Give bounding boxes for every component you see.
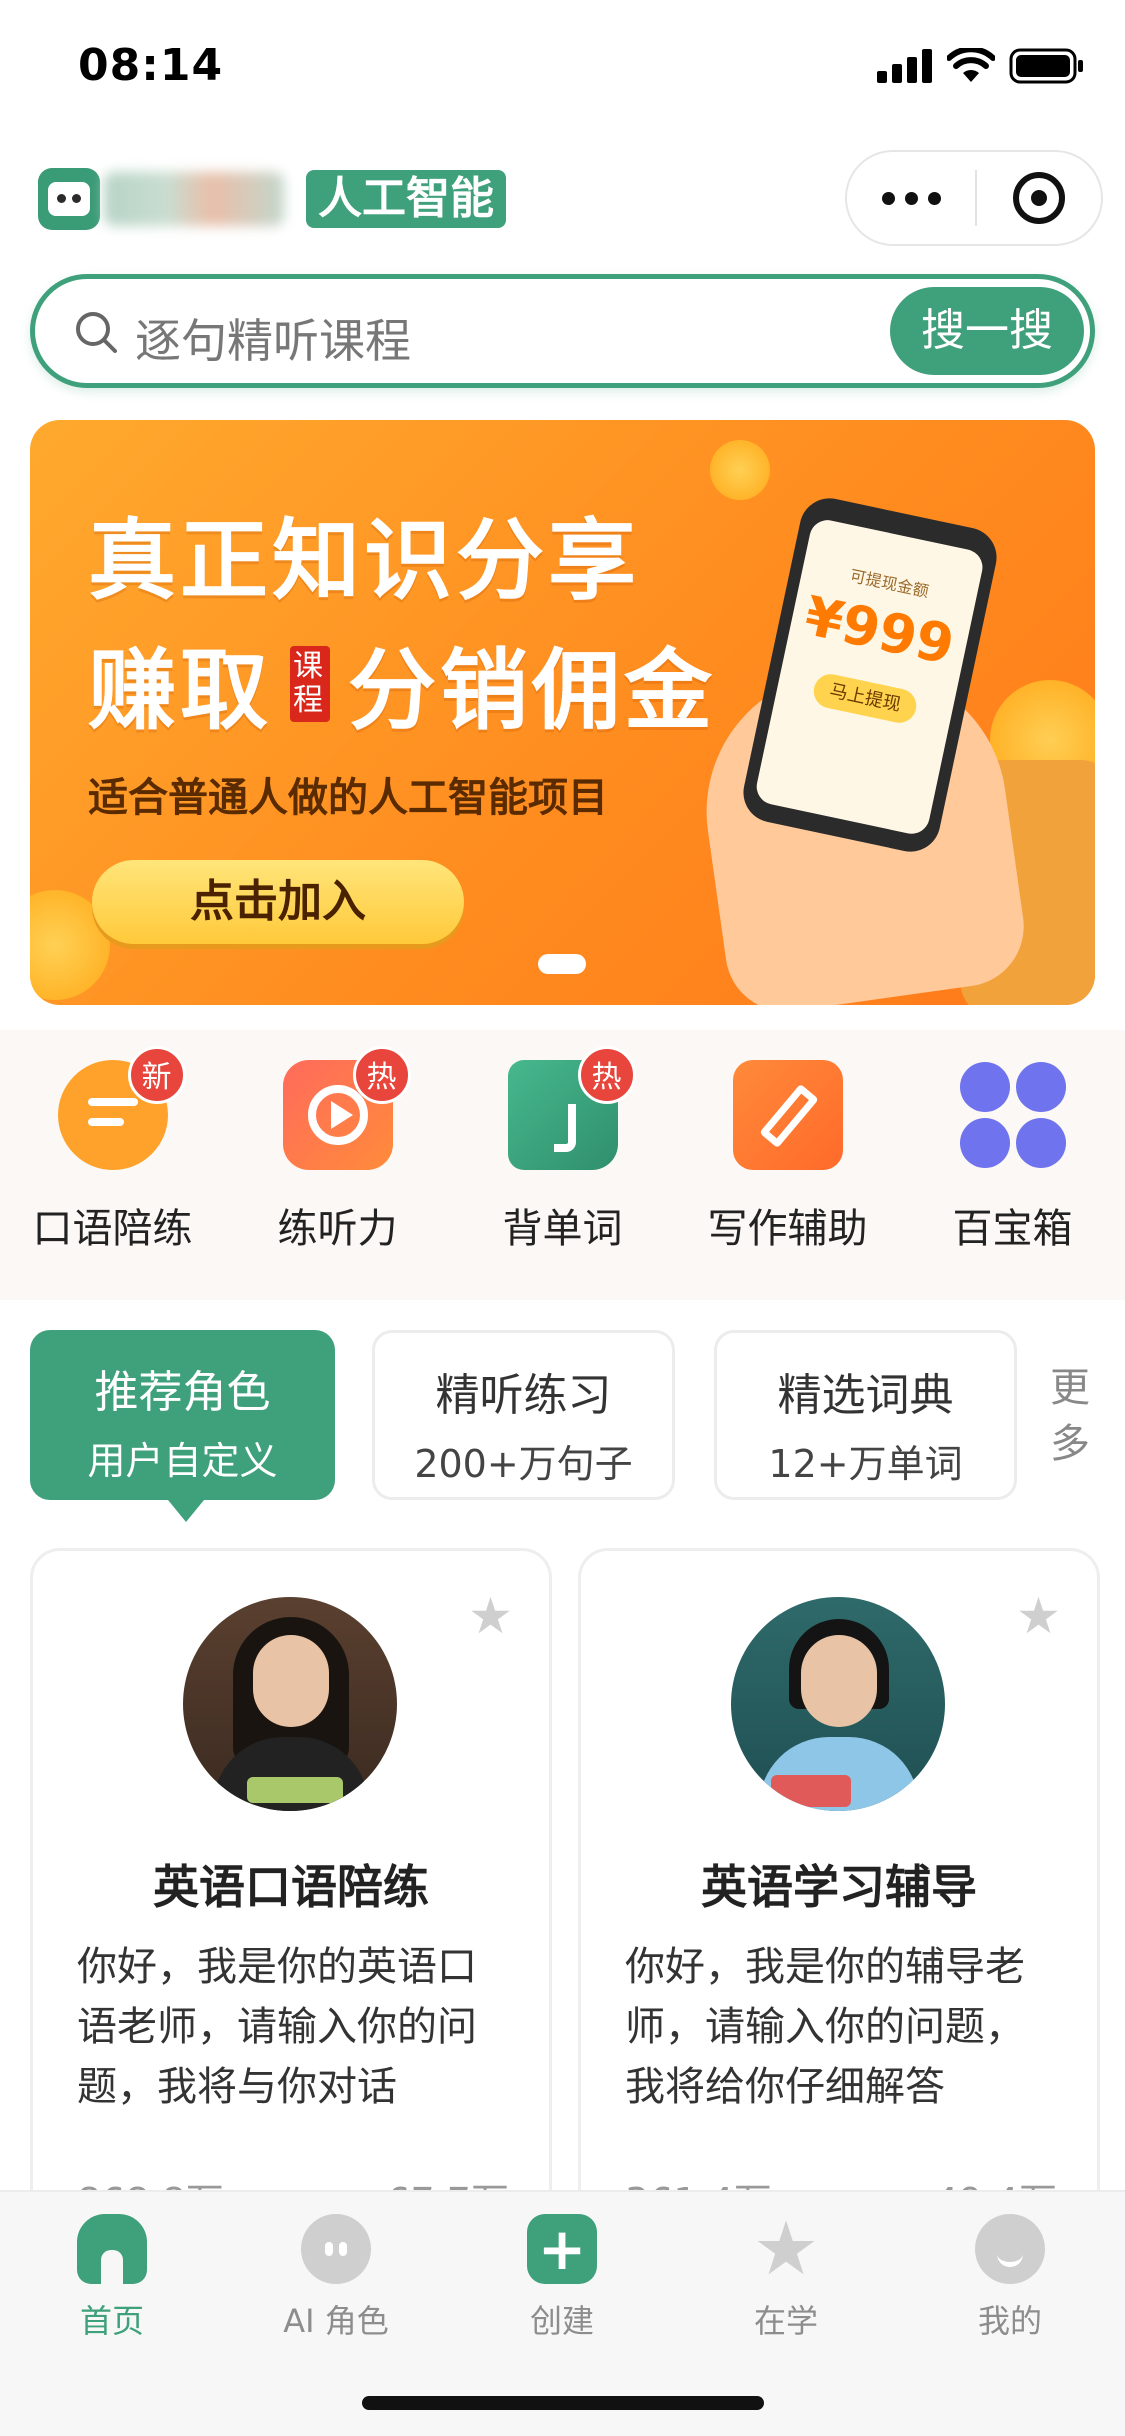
action-label: 练听力 bbox=[277, 1206, 398, 1252]
action-label: 写作辅助 bbox=[707, 1206, 868, 1252]
course-seal: 课程 bbox=[290, 645, 331, 722]
role-card[interactable]: ★ 英语口语陪练 你好，我是你的英语口语老师，请输入你的问题，我将与你对话 86… bbox=[30, 1548, 552, 2248]
play-icon: 热 bbox=[282, 1046, 411, 1170]
tabbar-label: 在学 bbox=[753, 2302, 818, 2340]
banner-subtitle: 适合普通人做的人工智能项目 bbox=[88, 775, 608, 821]
quick-actions: 新 口语陪练 热 练听力 热 背单词 写作辅助 百宝箱 bbox=[0, 1030, 1125, 1300]
search-bar[interactable]: 逐句精听课程 搜一搜 bbox=[30, 274, 1095, 388]
card-title: 英语口语陪练 bbox=[153, 1860, 429, 1914]
home-icon bbox=[77, 2214, 147, 2284]
tab-dictionary[interactable]: 精选词典 12+万单词 bbox=[714, 1330, 1017, 1500]
carousel-indicator bbox=[538, 954, 586, 974]
favorite-star-icon[interactable]: ★ bbox=[1016, 1591, 1061, 1641]
book-icon: 热 bbox=[507, 1046, 636, 1170]
badge-hot: 热 bbox=[352, 1046, 411, 1104]
action-speaking[interactable]: 新 口语陪练 bbox=[0, 1046, 225, 1254]
tab-title: 精选词典 bbox=[777, 1370, 954, 1421]
banner-title-right: 分销佣金 bbox=[348, 639, 717, 742]
tabbar-ai-role[interactable]: AI 角色 bbox=[256, 2214, 416, 2342]
search-placeholder[interactable]: 逐句精听课程 bbox=[135, 305, 411, 371]
tabbar-label: 首页 bbox=[79, 2302, 144, 2340]
search-button[interactable]: 搜一搜 bbox=[890, 287, 1084, 375]
tab-title: 精听练习 bbox=[435, 1370, 612, 1421]
tabbar-label: 创建 bbox=[529, 2302, 594, 2340]
card-description: 你好，我是你的英语口语老师，请输入你的问题，我将与你对话 bbox=[77, 1944, 477, 2110]
app-logo bbox=[38, 168, 100, 230]
home-indicator bbox=[362, 2396, 764, 2410]
tab-more[interactable]: 更多 bbox=[1050, 1360, 1090, 1472]
card-description: 你好，我是你的辅导老师，请输入你的问题，我将给你仔细解答 bbox=[625, 1944, 1025, 2110]
action-label: 口语陪练 bbox=[32, 1206, 193, 1252]
tab-recommended-roles[interactable]: 推荐角色 用户自定义 bbox=[30, 1330, 335, 1522]
signal-icon bbox=[877, 49, 932, 83]
status-time: 08:14 bbox=[78, 40, 224, 91]
badge-hot: 热 bbox=[577, 1046, 636, 1104]
star-icon: ★ bbox=[752, 2206, 820, 2292]
role-card[interactable]: ★ 英语学习辅导 你好，我是你的辅导老师，请输入你的问题，我将给你仔细解答 36… bbox=[578, 1548, 1100, 2248]
battery-icon bbox=[1009, 48, 1083, 84]
badge-new: 新 bbox=[127, 1046, 186, 1104]
coin-decoration bbox=[710, 440, 770, 500]
action-label: 背单词 bbox=[502, 1206, 623, 1252]
avatar bbox=[183, 1597, 397, 1811]
search-icon bbox=[76, 312, 117, 353]
tab-subtitle: 用户自定义 bbox=[87, 1439, 278, 1483]
tabbar-learning[interactable]: ★ 在学 bbox=[706, 2206, 866, 2342]
status-icons bbox=[877, 48, 1085, 84]
banner-title-line2: 赚取 课程 分销佣金 bbox=[88, 620, 716, 747]
tabbar-me[interactable]: 我的 bbox=[930, 2214, 1090, 2342]
tab-listening-practice[interactable]: 精听练习 200+万句子 bbox=[372, 1330, 675, 1500]
join-button[interactable]: 点击加入 bbox=[92, 860, 464, 944]
ai-tag: 人工智能 bbox=[306, 170, 506, 228]
card-title: 英语学习辅导 bbox=[701, 1860, 977, 1914]
plus-icon: + bbox=[527, 2214, 597, 2284]
tab-subtitle: 12+万单词 bbox=[768, 1442, 963, 1486]
tabbar-label: 我的 bbox=[977, 2302, 1042, 2340]
avatar bbox=[731, 1597, 945, 1811]
wifi-icon bbox=[947, 48, 995, 82]
phone-withdraw-button: 马上提现 bbox=[810, 671, 920, 726]
profile-icon bbox=[975, 2214, 1045, 2284]
tab-title: 推荐角色 bbox=[94, 1367, 271, 1418]
logo-face-icon bbox=[48, 182, 90, 216]
more-menu-icon[interactable] bbox=[847, 191, 975, 205]
close-miniprogram-icon[interactable] bbox=[977, 172, 1101, 224]
blurred-app-name bbox=[104, 172, 284, 226]
promo-banner[interactable]: 可提现金额 ¥999 马上提现 真正知识分享 赚取 课程 分销佣金 适合普通人做… bbox=[30, 420, 1095, 1005]
banner-title-line1: 真正知识分享 bbox=[88, 509, 641, 612]
miniprogram-capsule bbox=[845, 150, 1103, 246]
favorite-star-icon[interactable]: ★ bbox=[468, 1591, 513, 1641]
action-label: 百宝箱 bbox=[952, 1206, 1073, 1252]
ai-role-icon bbox=[301, 2214, 371, 2284]
action-writing[interactable]: 写作辅助 bbox=[675, 1060, 900, 1254]
banner-title-left: 赚取 bbox=[88, 639, 273, 742]
action-vocabulary[interactable]: 热 背单词 bbox=[450, 1046, 675, 1254]
tabbar-home[interactable]: 首页 bbox=[32, 2214, 192, 2342]
tabbar-label: AI 角色 bbox=[283, 2302, 389, 2340]
tab-subtitle: 200+万句子 bbox=[414, 1442, 633, 1486]
action-toolbox[interactable]: 百宝箱 bbox=[900, 1060, 1125, 1254]
tabbar-create[interactable]: + 创建 bbox=[482, 2214, 642, 2342]
grid-icon bbox=[958, 1060, 1068, 1170]
action-listening[interactable]: 热 练听力 bbox=[225, 1046, 450, 1254]
speech-bubble-icon: 新 bbox=[57, 1046, 186, 1170]
pencil-icon bbox=[732, 1060, 843, 1170]
